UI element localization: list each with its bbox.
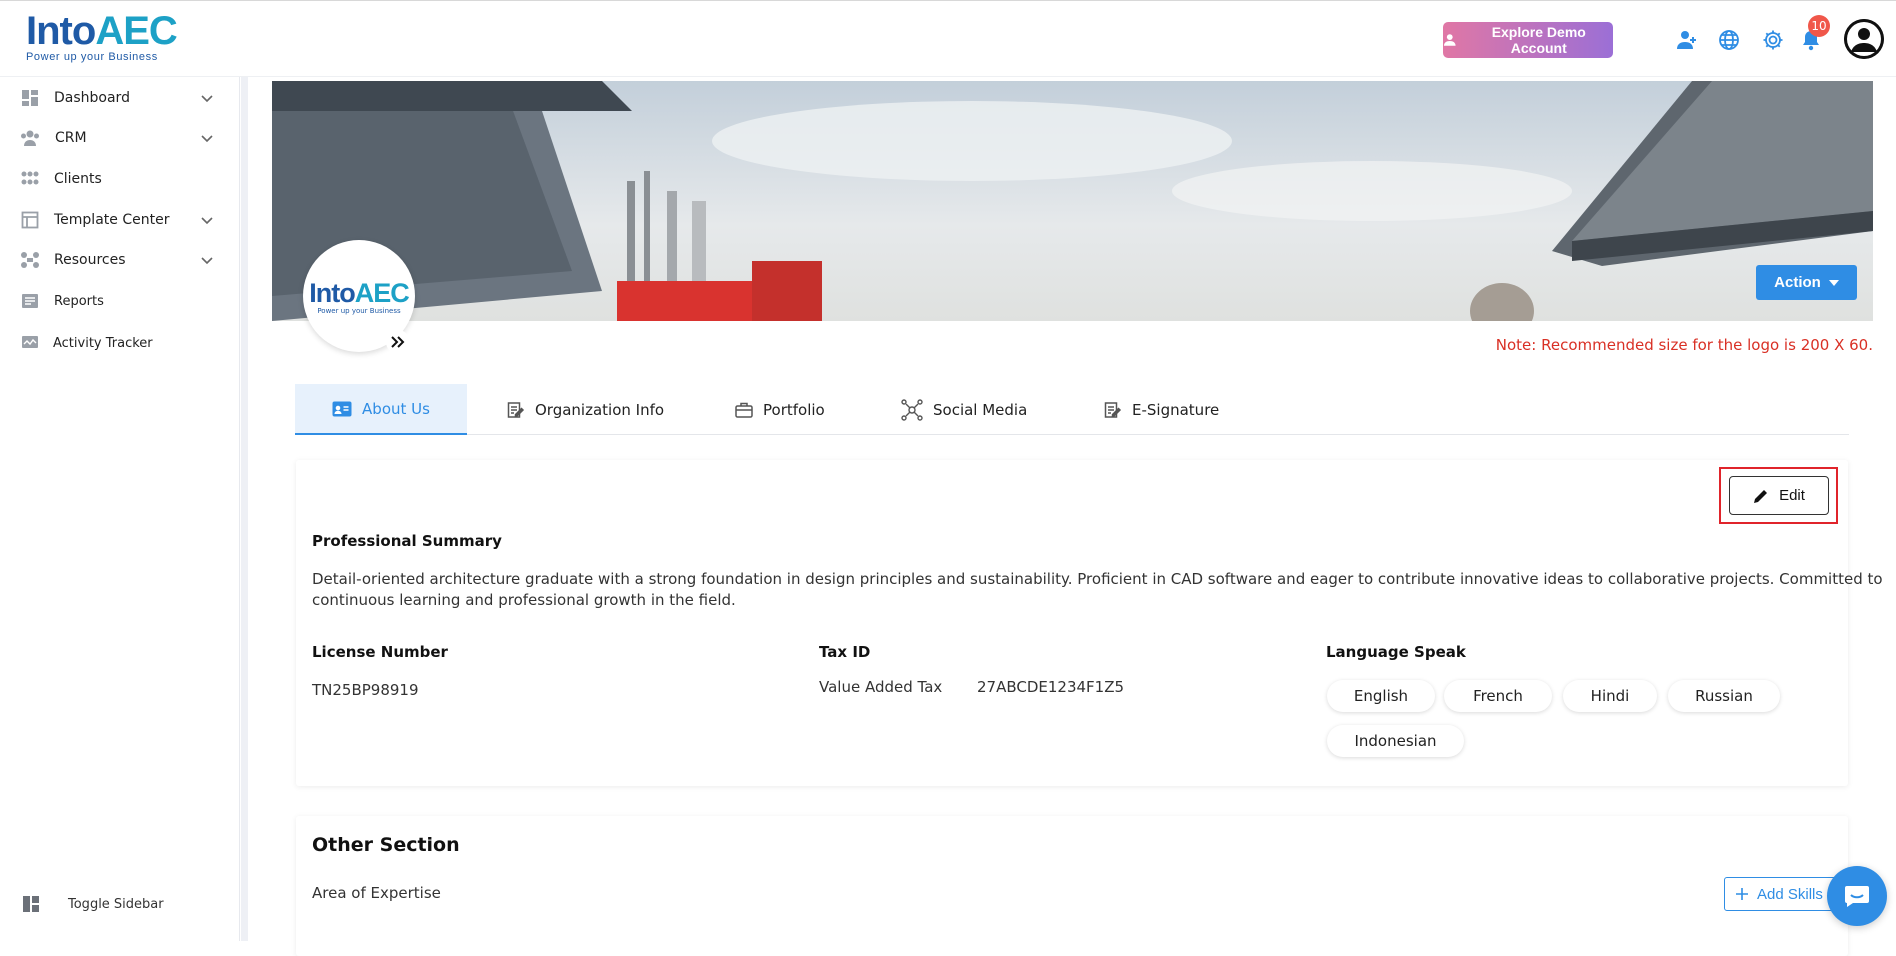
sidebar-item-activity-tracker[interactable]: Activity Tracker [0,325,240,361]
summary-line-1: Detail-oriented architecture graduate wi… [312,570,1883,588]
briefcase-icon [735,402,753,418]
language-chip: French [1444,680,1552,712]
toggle-sidebar-button[interactable]: Toggle Sidebar [0,890,240,922]
expand-logo-button[interactable] [386,330,410,354]
gear-icon[interactable] [1760,27,1786,53]
tab-e-signature[interactable]: E-Signature [1104,384,1219,435]
sidebar-item-label: Resources [54,252,126,268]
chevron-down-icon [201,217,213,225]
explore-demo-button[interactable]: Explore Demo Account [1443,22,1613,58]
chevron-down-icon [201,95,213,103]
caret-down-icon [1828,279,1839,286]
tab-organization-info[interactable]: Organization Info [507,384,664,435]
add-skills-button[interactable]: Add Skills [1724,877,1844,911]
sidebar-item-resources[interactable]: Resources [0,242,240,278]
globe-icon[interactable] [1716,27,1742,53]
sidebar-item-reports[interactable]: Reports [0,283,240,319]
tab-portfolio[interactable]: Portfolio [735,384,825,435]
sidebar-item-crm[interactable]: CRM [0,120,240,156]
logo-tagline: Power up your Business [317,306,401,315]
sidebar-item-dashboard[interactable]: Dashboard [0,80,240,116]
add-user-icon[interactable] [1674,27,1700,53]
sidebar-item-label: Clients [54,171,102,187]
dashboard-icon [20,88,40,108]
language-chip: Indonesian [1327,725,1464,757]
sidebar-item-label: Reports [54,293,104,309]
brand-name-part2: AEC [95,9,177,53]
social-network-icon [901,398,923,421]
cover-banner [272,81,1873,321]
license-heading: License Number [312,643,448,661]
tab-label: E-Signature [1132,400,1220,419]
logo-size-note: Note: Recommended size for the logo is 2… [1495,336,1873,354]
crm-icon [20,128,40,148]
top-header: IntoAEC Power up your Business Explore D… [0,0,1896,77]
activity-icon [20,333,40,353]
chat-widget-button[interactable] [1827,866,1887,926]
explore-demo-label: Explore Demo Account [1491,24,1586,56]
tab-label: About Us [362,399,430,418]
brand-logo[interactable]: IntoAEC Power up your Business [26,9,178,69]
signature-icon [1104,401,1122,418]
tab-label: Social Media [933,400,1028,419]
tax-type: Value Added Tax [819,678,943,696]
sidebar-item-label: CRM [55,130,87,146]
language-heading: Language Speak [1326,643,1466,661]
chevron-down-icon [201,257,213,265]
sidebar-item-label: Activity Tracker [53,335,153,351]
clients-icon [20,169,40,189]
notification-badge: 10 [1808,15,1830,37]
other-section-title: Other Section [312,834,460,856]
double-chevron-right-icon [391,336,405,348]
user-icon [1443,34,1456,46]
about-card [296,460,1848,786]
sidebar-item-label: Template Center [54,212,170,228]
chat-icon [1845,886,1869,907]
language-chip: Russian [1668,680,1780,712]
plus-icon [1736,888,1748,900]
toggle-sidebar-label: Toggle Sidebar [68,897,164,912]
tab-label: Portfolio [763,400,825,419]
edit-highlight: Edit [1719,467,1838,524]
logo-name-part1: Into [309,277,355,308]
sidebar-layout-icon [22,895,40,917]
sidebar-item-template-center[interactable]: Template Center [0,202,240,238]
edit-button[interactable]: Edit [1729,476,1829,515]
brand-name-part1: Into [26,9,96,53]
action-label: Action [1774,274,1821,291]
tab-social-media[interactable]: Social Media [901,384,1027,435]
cover-photo [272,81,1873,321]
tax-id-heading: Tax ID [819,643,871,661]
user-avatar[interactable] [1844,19,1884,59]
summary-line-2: continuous learning and professional gro… [312,591,736,609]
sidebar: Dashboard CRM Clients Template Center Re… [0,77,240,941]
tab-label: Organization Info [535,400,665,419]
template-icon [20,210,40,230]
language-chip: Hindi [1563,680,1657,712]
professional-summary-heading: Professional Summary [312,532,502,550]
brand-tagline: Power up your Business [26,51,158,63]
resources-icon [20,250,40,270]
logo-name-part2: AEC [354,277,410,308]
add-skills-label: Add Skills [1757,885,1823,903]
action-dropdown-button[interactable]: Action [1756,265,1857,300]
chevron-down-icon [201,135,213,143]
area-of-expertise-label: Area of Expertise [312,884,441,902]
sidebar-item-label: Dashboard [54,90,130,106]
reports-icon [20,291,40,311]
edit-document-icon [507,401,525,418]
sidebar-gutter [241,77,248,941]
language-chip: English [1327,680,1435,712]
pencil-icon [1754,489,1768,503]
profile-tabs: About Us Organization Info Portfolio Soc… [295,384,1849,435]
id-card-icon [332,401,352,416]
sidebar-item-clients[interactable]: Clients [0,161,240,197]
edit-label: Edit [1779,487,1805,504]
tab-about-us[interactable]: About Us [295,384,467,435]
tax-value: 27ABCDE1234F1Z5 [977,678,1125,696]
other-section-card [296,816,1848,956]
license-value: TN25BP98919 [312,681,419,699]
